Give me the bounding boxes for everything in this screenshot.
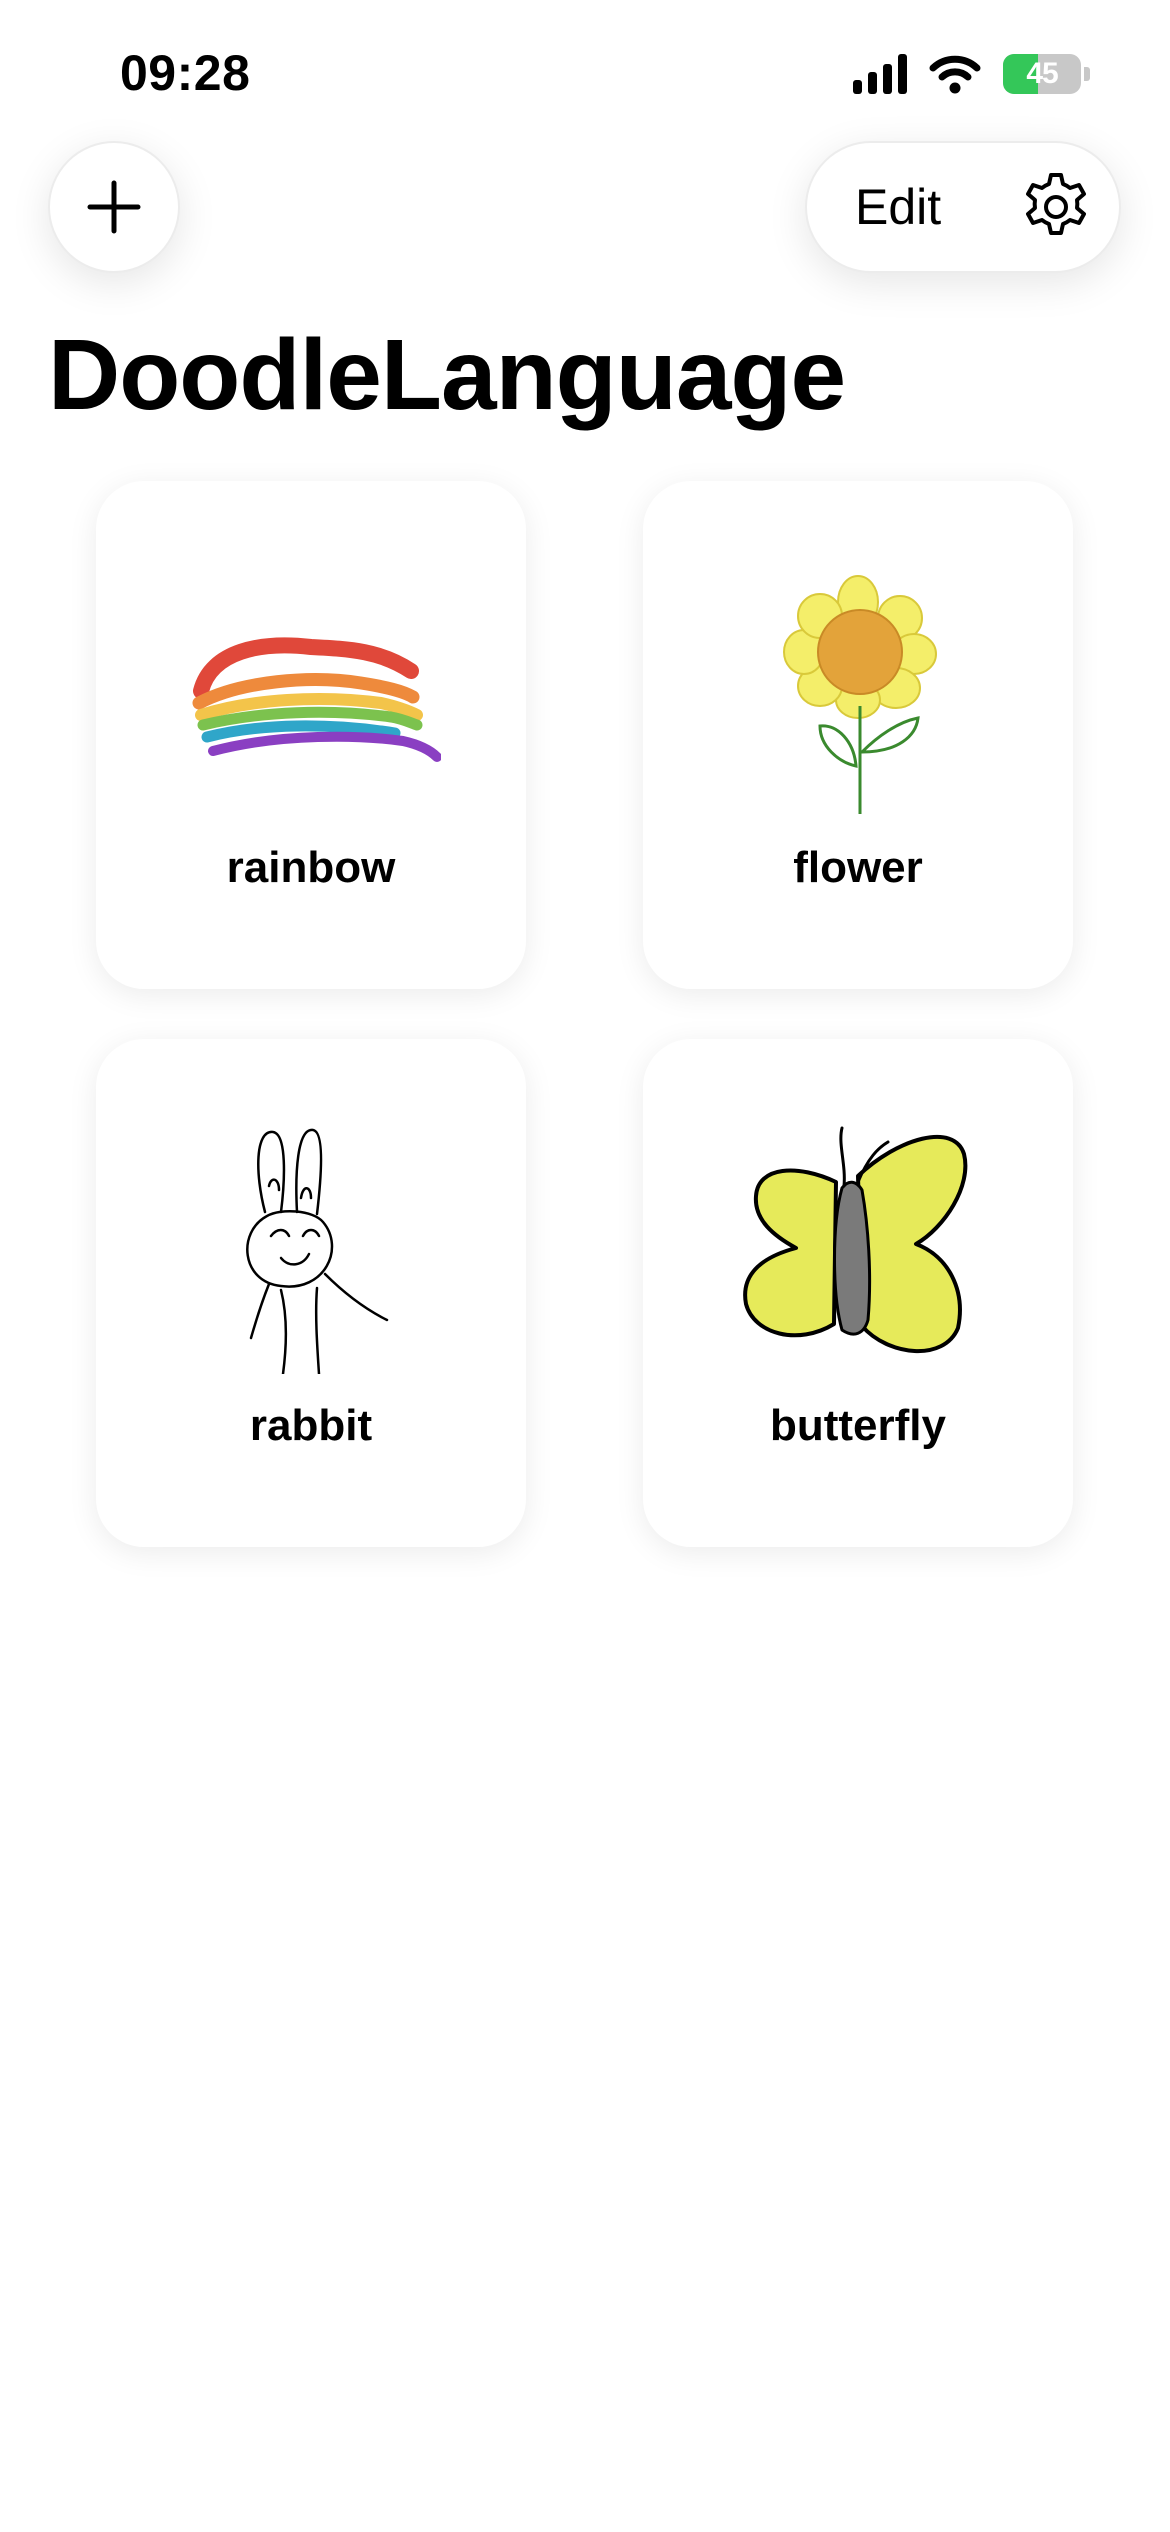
doodle-label: butterfly <box>770 1401 946 1450</box>
edit-button[interactable]: Edit <box>855 178 941 236</box>
doodle-card-flower[interactable]: flower <box>643 481 1073 989</box>
plus-icon <box>87 180 141 234</box>
doodle-label: rabbit <box>249 1401 373 1450</box>
doodle-label: flower <box>793 843 923 892</box>
doodle-card-butterfly[interactable]: butterfly <box>643 1039 1073 1547</box>
edit-settings-group: Edit <box>805 141 1121 273</box>
battery-nub <box>1084 67 1090 81</box>
wifi-icon <box>929 55 981 94</box>
app-screen: 09:28 45 Edit DoodleLanguage rainbow flo… <box>0 0 1170 2532</box>
sunflower-doodle <box>643 561 1073 821</box>
cellular-signal-icon <box>853 54 907 94</box>
rainbow-doodle <box>96 561 526 821</box>
status-time: 09:28 <box>120 45 251 101</box>
add-doodle-button[interactable] <box>48 141 180 273</box>
page-title: DoodleLanguage <box>48 319 846 431</box>
status-indicators: 45 <box>853 54 1090 94</box>
battery-indicator: 45 <box>1003 54 1081 94</box>
rabbit-doodle <box>96 1119 526 1379</box>
doodle-card-rabbit[interactable]: rabbit <box>96 1039 526 1547</box>
doodle-label: rainbow <box>226 843 396 892</box>
battery-level: 45 <box>1026 57 1058 90</box>
battery-charging-icon: 45 <box>1003 54 1090 94</box>
butterfly-doodle <box>643 1119 1073 1379</box>
doodle-card-rainbow[interactable]: rainbow <box>96 481 526 989</box>
gear-icon <box>1026 173 1086 235</box>
settings-button[interactable] <box>1019 170 1093 244</box>
